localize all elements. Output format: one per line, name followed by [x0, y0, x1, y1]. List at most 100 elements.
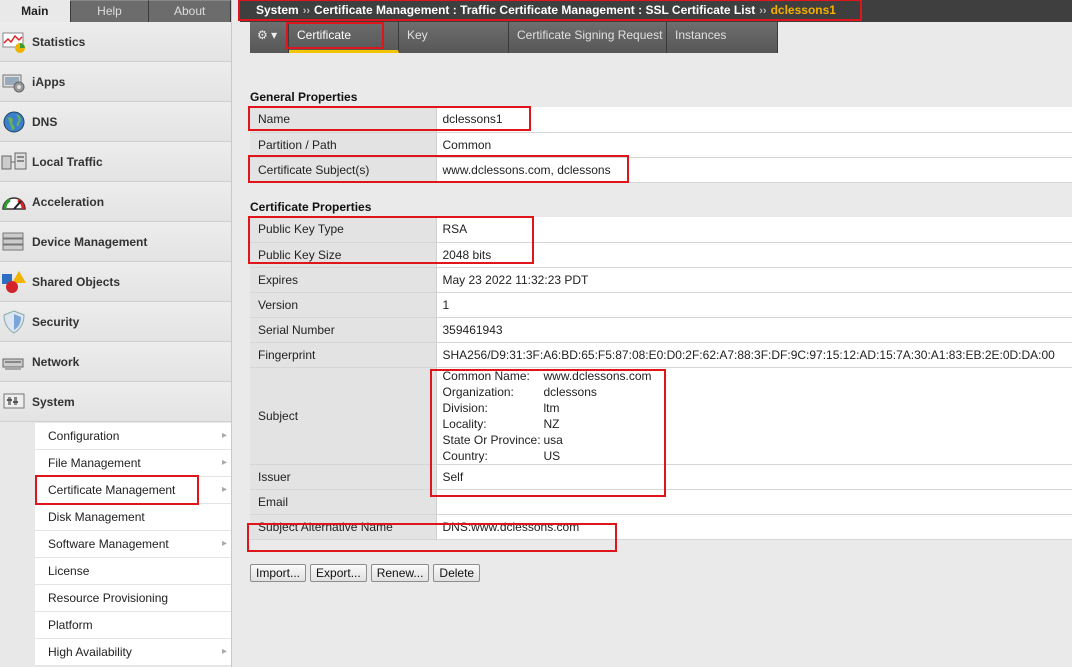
subject-fields: Common Name: www.dclessons.com Organizati… — [443, 368, 1072, 464]
prop-key: Expires — [250, 267, 437, 293]
nav-item-device-management[interactable]: Device Management — [0, 222, 231, 262]
nav-item-iapps[interactable]: iApps — [0, 62, 231, 102]
breadcrumb-separator: ›› — [759, 5, 767, 17]
table-row: Public Key Size 2048 bits — [250, 242, 1072, 268]
subject-field-label: Locality: — [442, 416, 487, 431]
prop-key: Public Key Size — [250, 242, 437, 268]
submenu-configuration[interactable]: Configuration ▸ — [35, 423, 231, 450]
dns-globe-icon — [1, 109, 27, 135]
subject-field-value: usa — [543, 432, 563, 447]
prop-value: Self — [436, 464, 1072, 490]
main-content: General Properties Name dclessons1 Partit… — [240, 53, 1072, 667]
submenu-label: Disk Management — [48, 510, 145, 524]
prop-key: Subject Alternative Name — [250, 514, 437, 540]
nav-item-network[interactable]: Network — [0, 342, 231, 382]
submenu-label: Certificate Management — [48, 483, 176, 497]
prop-key: Fingerprint — [250, 342, 437, 368]
tab-main[interactable]: Main — [0, 0, 71, 22]
table-row: Fingerprint SHA256/D9:31:3F:A6:BD:65:F5:8… — [250, 342, 1072, 368]
breadcrumb-current: dclessons1 — [770, 3, 836, 17]
prop-key: Public Key Type — [250, 217, 437, 243]
submenu-resource-provisioning[interactable]: Resource Provisioning — [35, 585, 231, 612]
nav-item-shared-objects[interactable]: Shared Objects — [0, 262, 231, 302]
subject-field-label: Common Name: — [442, 368, 530, 383]
breadcrumb-system[interactable]: System — [256, 3, 299, 17]
breadcrumb-cert-list[interactable]: Certificate Management : Traffic Certifi… — [314, 3, 755, 17]
tab-key[interactable]: Key — [399, 22, 509, 53]
nav-label: Shared Objects — [32, 274, 121, 289]
table-row: Serial Number 359461943 — [250, 317, 1072, 343]
prop-value: Common — [436, 132, 1072, 158]
tab-instances[interactable]: Instances — [667, 22, 778, 53]
prop-value: May 23 2022 11:32:23 PDT — [436, 267, 1072, 293]
chevron-right-icon: ▸ — [221, 457, 227, 468]
nav-label: DNS — [32, 114, 58, 129]
prop-key: Version — [250, 292, 437, 318]
export-button[interactable]: Export... — [310, 564, 367, 582]
table-row: Subject Alternative Name DNS:www.dclesson… — [250, 514, 1072, 540]
certificate-properties-title: Certificate Properties — [250, 200, 372, 214]
iapps-icon — [1, 69, 27, 95]
submenu-certificate-management[interactable]: Certificate Management ▸ — [35, 477, 231, 504]
nav-label: iApps — [32, 74, 66, 89]
renew-button[interactable]: Renew... — [370, 564, 430, 582]
tab-csr[interactable]: Certificate Signing Request — [509, 22, 667, 53]
subject-field-label: State Or Province: — [442, 432, 541, 447]
certificate-properties-table: Public Key Type RSA Public Key Size 2048 b… — [250, 217, 1072, 540]
submenu-file-management[interactable]: File Management ▸ — [35, 450, 231, 477]
nav-label: Device Management — [32, 234, 148, 249]
table-row: Subject Common Name: www.dclessons.com Or… — [250, 367, 1072, 465]
gear-menu-button[interactable]: ⚙ ▾ — [250, 22, 289, 53]
nav-item-local-traffic[interactable]: Local Traffic — [0, 142, 231, 182]
statistics-icon — [1, 29, 27, 55]
submenu-label: Configuration — [48, 429, 120, 443]
nav-label: Local Traffic — [32, 154, 103, 169]
system-submenu: Configuration ▸ File Management ▸ Certific… — [35, 423, 231, 666]
sidebar-tabs: Main Help About — [0, 0, 231, 22]
submenu-label: Software Management — [48, 537, 169, 551]
nav-label: Network — [32, 354, 80, 369]
prop-value — [436, 489, 1072, 515]
tab-help[interactable]: Help — [70, 0, 150, 22]
left-sidebar: Main Help About Statistics iApps DNS Loc… — [0, 0, 232, 667]
nav-item-system[interactable]: System — [0, 382, 231, 422]
delete-button[interactable]: Delete — [433, 564, 481, 582]
prop-key: Email — [250, 489, 437, 515]
nav-item-acceleration[interactable]: Acceleration — [0, 182, 231, 222]
prop-value: dclessons1 — [436, 107, 1072, 133]
prop-value: 1 — [436, 292, 1072, 318]
table-row: Email — [250, 489, 1072, 515]
prop-value: www.dclessons.com, dclessons — [436, 157, 1072, 183]
subject-field-value: NZ — [543, 416, 560, 431]
breadcrumb: System ›› Certificate Management : Traffic… — [241, 0, 836, 22]
nav-label: Security — [32, 314, 80, 329]
subject-field-label: Division: — [442, 400, 488, 415]
subject-field-value: dclessons — [543, 384, 597, 399]
nav-label: Acceleration — [32, 194, 105, 209]
table-row: Issuer Self — [250, 464, 1072, 490]
prop-key: Partition / Path — [250, 132, 437, 158]
tab-certificate[interactable]: Certificate — [289, 22, 399, 53]
prop-key: Serial Number — [250, 317, 437, 343]
prop-value: 2048 bits — [436, 242, 1072, 268]
import-button[interactable]: Import... — [250, 564, 307, 582]
prop-key: Certificate Subject(s) — [250, 157, 437, 183]
submenu-disk-management[interactable]: Disk Management — [35, 504, 231, 531]
submenu-platform[interactable]: Platform — [35, 612, 231, 639]
nav-item-security[interactable]: Security — [0, 302, 231, 342]
tab-about[interactable]: About — [149, 0, 231, 22]
submenu-label: License — [48, 564, 90, 578]
submenu-software-management[interactable]: Software Management ▸ — [35, 531, 231, 558]
nav-item-dns[interactable]: DNS — [0, 102, 231, 142]
subject-field-value: US — [543, 448, 561, 463]
prop-value: 359461943 — [436, 317, 1072, 343]
certificate-tabs: ⚙ ▾ Certificate Key Certificate Signing … — [250, 22, 778, 53]
nav-item-statistics[interactable]: Statistics — [0, 22, 231, 62]
nav-label: Statistics — [32, 34, 86, 49]
subject-field-label: Country: — [442, 448, 488, 463]
prop-value: SHA256/D9:31:3F:A6:BD:65:F5:87:08:E0:D0:… — [436, 342, 1072, 368]
breadcrumb-separator: ›› — [302, 5, 311, 17]
chevron-right-icon: ▸ — [221, 538, 227, 549]
submenu-license[interactable]: License — [35, 558, 231, 585]
submenu-high-availability[interactable]: High Availability ▸ — [35, 639, 231, 666]
